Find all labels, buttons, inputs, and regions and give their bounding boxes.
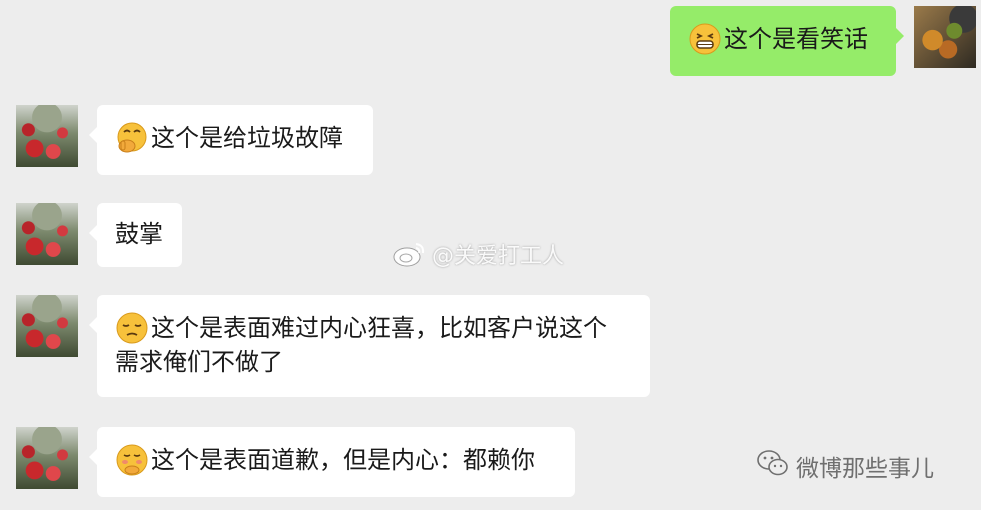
wechat-logo-icon [756, 449, 790, 483]
message-text: 这个是给垃圾故障 [151, 124, 343, 152]
message-text: 鼓掌 [115, 220, 163, 248]
message-bubble-self[interactable]: 这个是看笑话 [670, 6, 904, 76]
hand-over-mouth-icon [115, 121, 149, 155]
message-text-line-1: 这个是表面难过内心狂喜，比如客户说这个 [151, 314, 607, 342]
contact-avatar[interactable] [16, 203, 78, 265]
grinning-squint-icon [688, 22, 722, 56]
message-bubble-contact[interactable]: 这个是表面难过内心狂喜，比如客户说这个 需求俺们不做了 [89, 295, 650, 397]
message-text: 这个是看笑话 [724, 25, 868, 53]
self-avatar[interactable] [914, 6, 976, 68]
wechat-account-footer: 微博那些事儿 [756, 449, 934, 483]
message-text-line-2: 需求俺们不做了 [115, 348, 283, 376]
weibo-watermark: @关爱打工人 [392, 238, 564, 270]
message-bubble-contact[interactable]: 这个是给垃圾故障 [89, 105, 373, 175]
footer-text: 微博那些事儿 [796, 456, 934, 482]
pensive-face-icon [115, 311, 149, 345]
weibo-logo-icon [392, 240, 428, 268]
message-text: 这个是表面道歉，但是内心：都赖你 [151, 446, 535, 474]
contact-avatar[interactable] [16, 105, 78, 167]
contact-avatar[interactable] [16, 295, 78, 357]
embarrassed-face-icon [115, 443, 149, 477]
watermark-text: @关爱打工人 [432, 244, 565, 269]
message-bubble-contact[interactable]: 鼓掌 [89, 203, 182, 267]
contact-avatar[interactable] [16, 427, 78, 489]
message-bubble-contact[interactable]: 这个是表面道歉，但是内心：都赖你 [89, 427, 575, 497]
